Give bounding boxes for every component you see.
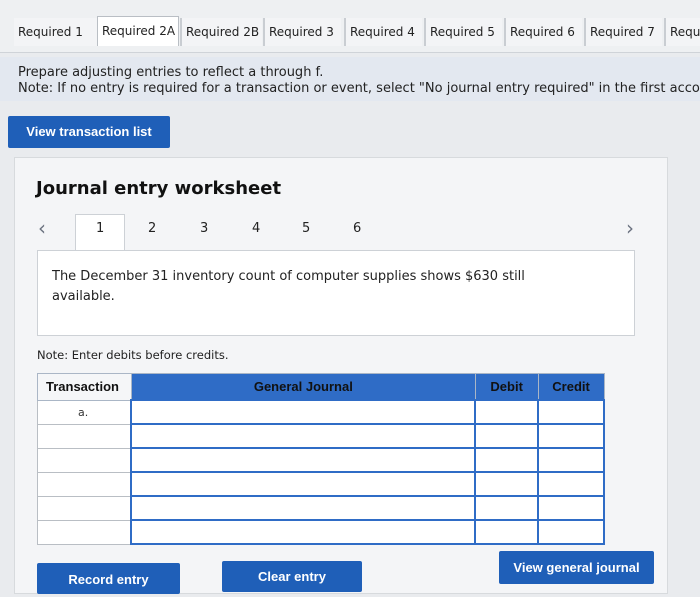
page-6[interactable]: 6: [353, 221, 361, 236]
header-credit: Credit: [537, 373, 605, 401]
tab-required-2a[interactable]: Required 2A: [97, 16, 179, 46]
transaction-description: The December 31 inventory count of compu…: [52, 269, 525, 304]
view-transaction-list-button[interactable]: View transaction list: [8, 116, 170, 148]
table-row: [37, 471, 605, 497]
table-row: a.: [37, 399, 605, 425]
transaction-cell: [37, 471, 132, 497]
view-general-journal-button[interactable]: View general journal: [499, 551, 654, 584]
header-transaction: Transaction: [37, 373, 132, 401]
credit-input[interactable]: [537, 447, 605, 473]
tab-bar: Required 1 Required 2A Required 2B Requi…: [0, 0, 700, 53]
page-2[interactable]: 2: [148, 221, 156, 236]
debit-input[interactable]: [474, 399, 540, 425]
clear-entry-button[interactable]: Clear entry: [222, 561, 362, 592]
credit-input[interactable]: [537, 495, 605, 521]
record-entry-button[interactable]: Record entry: [37, 563, 180, 594]
general-journal-input[interactable]: [130, 495, 477, 521]
general-journal-input[interactable]: [130, 471, 477, 497]
transaction-cell: a.: [37, 399, 132, 425]
tab-required-1[interactable]: Required 1: [14, 18, 98, 46]
tab-required-4[interactable]: Required 4: [344, 18, 422, 46]
page-3[interactable]: 3: [200, 221, 208, 236]
page-4[interactable]: 4: [252, 221, 260, 236]
header-debit: Debit: [474, 373, 539, 401]
credit-input[interactable]: [537, 399, 605, 425]
tab-required-3[interactable]: Required 3: [263, 18, 341, 46]
debit-input[interactable]: [474, 519, 540, 545]
credit-input[interactable]: [537, 471, 605, 497]
transaction-cell: [37, 519, 132, 545]
worksheet-title: Journal entry worksheet: [36, 178, 282, 199]
credit-input[interactable]: [537, 519, 605, 545]
table-row: [37, 447, 605, 473]
chevron-right-icon[interactable]: ›: [626, 216, 634, 240]
general-journal-input[interactable]: [130, 519, 477, 545]
tab-required-2b[interactable]: Required 2B: [180, 18, 262, 46]
tab-required-6[interactable]: Required 6: [504, 18, 582, 46]
transaction-cell: [37, 495, 132, 521]
instructions-line-1: Prepare adjusting entries to reflect a t…: [18, 65, 324, 80]
table-row: [37, 495, 605, 521]
tab-required-7[interactable]: Required 7: [584, 18, 662, 46]
tab-required-5[interactable]: Required 5: [424, 18, 502, 46]
chevron-left-icon[interactable]: ‹: [38, 216, 46, 240]
credit-input[interactable]: [537, 423, 605, 449]
debits-before-credits-note: Note: Enter debits before credits.: [37, 348, 229, 362]
tab-required-8[interactable]: Requi: [664, 18, 700, 46]
page-1[interactable]: 1: [96, 221, 104, 236]
instructions-banner: Prepare adjusting entries to reflect a t…: [0, 57, 700, 101]
debit-input[interactable]: [474, 471, 540, 497]
general-journal-input[interactable]: [130, 423, 477, 449]
table-row: [37, 519, 605, 545]
general-journal-input[interactable]: [130, 447, 477, 473]
debit-input[interactable]: [474, 423, 540, 449]
page-5[interactable]: 5: [302, 221, 310, 236]
debit-input[interactable]: [474, 495, 540, 521]
debit-input[interactable]: [474, 447, 540, 473]
table-row: [37, 423, 605, 449]
transaction-cell: [37, 423, 132, 449]
transaction-description-box: The December 31 inventory count of compu…: [37, 250, 635, 336]
journal-entry-table: Transaction General Journal Debit Credit…: [37, 373, 605, 545]
instructions-line-2: Note: If no entry is required for a tran…: [18, 81, 700, 96]
general-journal-input[interactable]: [130, 399, 477, 425]
header-general-journal: General Journal: [130, 373, 476, 401]
transaction-cell: [37, 447, 132, 473]
